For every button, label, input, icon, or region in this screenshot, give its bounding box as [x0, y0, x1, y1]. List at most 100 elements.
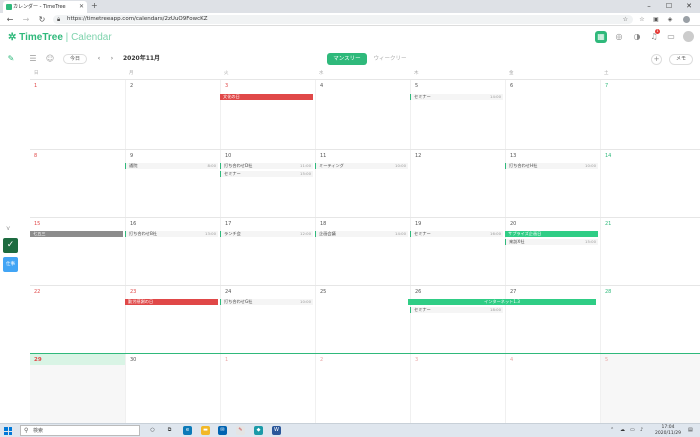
task-view-icon[interactable]: ⧉: [165, 426, 174, 435]
day-cell[interactable]: 17: [220, 218, 315, 285]
monthly-view-tab[interactable]: マンスリー: [327, 53, 367, 65]
windows-start-icon[interactable]: [4, 427, 12, 435]
weekly-view-tab[interactable]: ウィークリー: [370, 53, 410, 65]
headset-icon[interactable]: ◑: [631, 31, 643, 43]
day-cell[interactable]: 1: [220, 354, 315, 423]
day-cell[interactable]: 18: [315, 218, 410, 285]
day-cell[interactable]: 6: [505, 80, 600, 149]
event-item[interactable]: セミナー 15:00: [220, 171, 313, 177]
event-multiday[interactable]: インターネット1.3: [408, 299, 596, 305]
event-item[interactable]: 打ち合わせG社 10:00: [220, 299, 313, 305]
day-cell[interactable]: 3: [410, 354, 505, 423]
event-item[interactable]: 打ち合わせB社 13:00: [125, 231, 218, 237]
extension-icon[interactable]: ◈: [665, 13, 675, 26]
activity-icon[interactable]: ◎: [613, 31, 625, 43]
day-cell[interactable]: 25: [315, 286, 410, 353]
address-bar[interactable]: 🔒︎ https://timetreeapp.com/calendars/2zU…: [53, 15, 633, 24]
video-icon[interactable]: ▭: [665, 31, 677, 43]
event-item[interactable]: セミナー 18:00: [410, 307, 503, 313]
event-item[interactable]: ランチ会 12:00: [220, 231, 313, 237]
event-item[interactable]: セミナー 16:00: [410, 231, 503, 237]
favorites-icon[interactable]: ☆: [637, 13, 647, 26]
tray-chevron-icon[interactable]: ⌃: [610, 424, 614, 437]
day-cell[interactable]: 10: [220, 150, 315, 217]
memo-button[interactable]: メモ: [669, 54, 693, 65]
add-event-button[interactable]: +: [651, 54, 662, 65]
today-button[interactable]: 今日: [63, 54, 87, 64]
members-icon[interactable]: ☺: [44, 53, 56, 65]
event-item[interactable]: 企画会議 14:00: [315, 231, 408, 237]
user-avatar[interactable]: [683, 31, 694, 42]
day-cell[interactable]: 27: [505, 286, 600, 353]
event-allday[interactable]: サプライズ企画日: [505, 231, 598, 237]
day-cell-today[interactable]: 29: [30, 354, 125, 423]
system-clock[interactable]: 17:04 2020/11/29: [655, 425, 681, 436]
filter-settings-icon[interactable]: ☰: [27, 53, 39, 65]
day-cell[interactable]: 4: [505, 354, 600, 423]
event-item[interactable]: 打ち合わせH社 10:00: [505, 163, 598, 169]
mail-icon[interactable]: ✉: [218, 426, 227, 435]
volume-icon[interactable]: ♪: [640, 424, 643, 437]
forward-icon[interactable]: →: [20, 13, 32, 26]
day-cell[interactable]: 4: [315, 80, 410, 149]
event-holiday[interactable]: 勤労感謝の日: [125, 299, 218, 305]
store-icon[interactable]: ◆: [254, 426, 263, 435]
event-holiday[interactable]: 文化の日: [220, 94, 313, 100]
window-maximize-button[interactable]: ☐: [660, 0, 678, 12]
browser-profile-icon[interactable]: [683, 16, 690, 23]
day-cell[interactable]: 23: [125, 286, 220, 353]
window-close-button[interactable]: ✕: [680, 0, 698, 12]
day-cell[interactable]: 15: [30, 218, 125, 285]
window-minimize-button[interactable]: –: [640, 0, 658, 12]
event-item[interactable]: セミナー 14:00: [410, 94, 503, 100]
new-tab-button[interactable]: +: [91, 0, 98, 12]
day-cell[interactable]: 7: [600, 80, 700, 149]
day-cell[interactable]: 16: [125, 218, 220, 285]
event-item[interactable]: ミーティング 10:00: [315, 163, 408, 169]
bookmark-star-icon[interactable]: ☆: [623, 15, 628, 24]
tab-close-icon[interactable]: ✕: [79, 1, 84, 13]
taskbar-search-input[interactable]: ⚲ 検索: [20, 425, 140, 436]
collections-icon[interactable]: ▣: [651, 13, 661, 26]
notification-center-icon[interactable]: ▤: [688, 424, 693, 437]
day-cell[interactable]: 26: [410, 286, 505, 353]
file-explorer-icon[interactable]: ▬: [201, 426, 210, 435]
day-cell[interactable]: 2: [315, 354, 410, 423]
next-month-button[interactable]: ›: [107, 54, 117, 64]
day-cell[interactable]: 13: [505, 150, 600, 217]
collapse-icon[interactable]: ⋎: [6, 225, 10, 232]
day-cell[interactable]: 5: [600, 354, 700, 423]
day-cell[interactable]: 30: [125, 354, 220, 423]
day-cell[interactable]: 12: [410, 150, 505, 217]
calendar-view-icon[interactable]: ▦: [595, 31, 607, 43]
day-cell[interactable]: 22: [30, 286, 125, 353]
battery-icon[interactable]: ▭: [630, 424, 635, 437]
pin-icon[interactable]: ✎: [5, 53, 17, 65]
event-allday[interactable]: 七五三: [30, 231, 123, 237]
day-cell[interactable]: 24: [220, 286, 315, 353]
timetree-logo[interactable]: ✲ TimeTree | Calendar: [8, 32, 112, 43]
event-item[interactable]: 打ち合わせD社 11:00: [220, 163, 313, 169]
day-cell[interactable]: 3: [220, 80, 315, 149]
word-icon[interactable]: W: [272, 426, 281, 435]
event-item[interactable]: 通院 8:00: [125, 163, 218, 169]
onedrive-icon[interactable]: ☁: [620, 424, 625, 437]
day-cell[interactable]: 20: [505, 218, 600, 285]
day-cell[interactable]: 5: [410, 80, 505, 149]
back-icon[interactable]: ←: [4, 13, 16, 26]
day-cell[interactable]: 1: [30, 80, 125, 149]
label-work-tag[interactable]: 仕事: [3, 257, 18, 272]
day-cell[interactable]: 28: [600, 286, 700, 353]
paint-icon[interactable]: ✎: [236, 426, 245, 435]
edge-browser-icon[interactable]: e: [183, 426, 192, 435]
check-icon[interactable]: ✓: [3, 238, 18, 253]
day-cell[interactable]: 21: [600, 218, 700, 285]
reload-icon[interactable]: ↻: [36, 13, 48, 26]
event-item[interactable]: 来訪X社 15:00: [505, 239, 598, 245]
day-cell[interactable]: 19: [410, 218, 505, 285]
day-cell[interactable]: 9: [125, 150, 220, 217]
day-cell[interactable]: 14: [600, 150, 700, 217]
cortana-icon[interactable]: ○: [148, 426, 157, 435]
prev-month-button[interactable]: ‹: [94, 54, 104, 64]
day-cell[interactable]: 8: [30, 150, 125, 217]
